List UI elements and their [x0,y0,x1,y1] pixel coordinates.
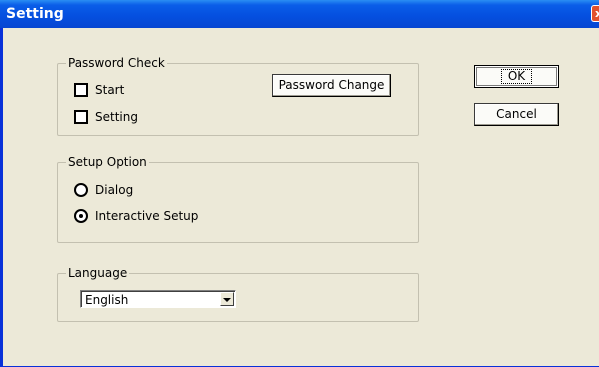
start-checkbox-label: Start [95,83,125,97]
language-select-value: English [85,293,129,307]
start-checkbox[interactable]: Start [74,82,124,98]
setting-checkbox-box[interactable] [74,110,88,124]
dialog-radio[interactable]: Dialog [74,182,133,198]
title-bar[interactable]: Setting x [0,0,599,28]
ok-label: OK [500,69,533,84]
window-title: Setting [6,6,64,22]
interactive-setup-radio-button[interactable] [74,209,88,223]
setup-option-legend: Setup Option [68,155,147,169]
cancel-button[interactable]: Cancel [474,103,559,126]
interactive-setup-radio-label: Interactive Setup [95,209,199,223]
interactive-setup-radio[interactable]: Interactive Setup [74,208,198,224]
setting-dialog: Setting x Password Check Start Setting P… [0,0,599,367]
setting-checkbox-label: Setting [95,110,138,124]
chevron-down-icon[interactable] [220,292,234,306]
dialog-radio-label: Dialog [95,183,134,197]
cancel-label: Cancel [496,107,537,121]
setup-option-group: Setup Option [57,155,419,243]
dialog-radio-button[interactable] [74,183,88,197]
password-change-label: Password Change [278,78,385,92]
start-checkbox-box[interactable] [74,83,88,97]
language-legend: Language [68,266,128,280]
language-select[interactable]: English [80,290,236,308]
ok-button[interactable]: OK [474,65,559,88]
password-change-button[interactable]: Password Change [272,74,391,97]
password-check-legend: Password Check [68,56,165,70]
close-button[interactable]: x [591,5,599,22]
close-icon: x [594,7,599,20]
setting-checkbox[interactable]: Setting [74,109,138,125]
